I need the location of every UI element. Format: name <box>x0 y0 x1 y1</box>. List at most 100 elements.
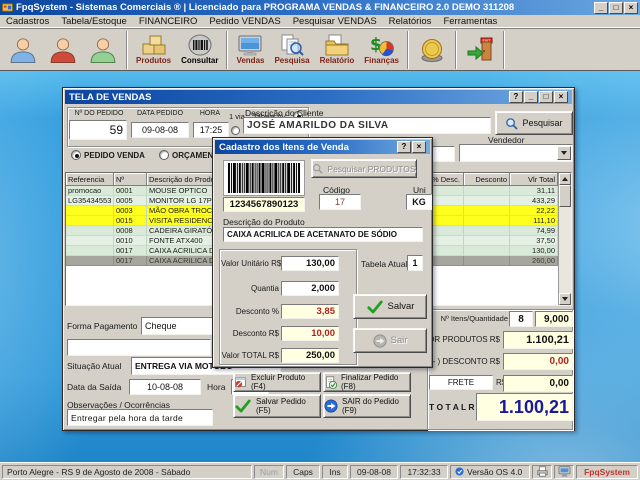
menu-relatorios[interactable]: Relatórios <box>383 16 438 27</box>
col-perc-desc[interactable]: % Desc. <box>430 173 464 186</box>
tabela-atual-label: Tabela Atual <box>361 259 407 269</box>
col-referencia[interactable]: Referencia <box>66 173 114 186</box>
excluir-produto-button[interactable]: Excluir Produto (F4) <box>233 372 321 392</box>
restore-button[interactable]: □ <box>609 2 623 14</box>
table-scrollbar[interactable] <box>558 173 571 305</box>
status-printer[interactable] <box>532 465 552 479</box>
close-button[interactable]: × <box>624 2 638 14</box>
toolbar-relatorio-button[interactable]: Relatório <box>315 30 360 70</box>
screen: FpqSystem - Sistemas Comerciais ® | Lice… <box>0 0 640 480</box>
uni-field[interactable]: KG <box>406 194 432 210</box>
salvar-item-button[interactable]: Salvar <box>353 294 427 319</box>
desconto-pct-field[interactable]: 3,85 <box>281 304 339 319</box>
monitor-icon <box>236 33 264 57</box>
vendedor-combo[interactable] <box>459 144 573 162</box>
pagamento-extra-field[interactable] <box>67 339 211 356</box>
quantia-field[interactable]: 2,000 <box>281 281 339 296</box>
finalize-check-icon <box>324 376 337 389</box>
hora-field[interactable]: 17:25 <box>193 122 229 138</box>
dropdown-button[interactable] <box>557 146 571 160</box>
pesquisar-produtos-button[interactable]: Pesquisar PRODUTOS <box>311 159 417 178</box>
observacoes-field[interactable]: Entregar pela hora da tarde <box>67 409 213 426</box>
menu-pedido-vendas[interactable]: Pedido VENDAS <box>203 16 286 27</box>
toolbar-moeda-button[interactable] <box>412 30 452 70</box>
minimize-button[interactable]: _ <box>594 2 608 14</box>
toolbar-vendas-button[interactable]: Vendas <box>231 30 269 70</box>
toolbar-financas-label: Finanças <box>364 57 399 66</box>
menu-pesquisar-vendas[interactable]: Pesquisar VENDAS <box>287 16 383 27</box>
menu-tabela-estoque[interactable]: Tabela/Estoque <box>55 16 133 27</box>
help-button[interactable]: ? <box>509 91 523 103</box>
data-saida-field[interactable]: 10-08-08 <box>129 379 201 395</box>
tabela-atual-field[interactable]: 1 <box>407 255 423 271</box>
scroll-down-button[interactable] <box>559 293 571 305</box>
search-icon <box>312 163 323 174</box>
pesquisar-produtos-label: Pesquisar PRODUTOS <box>327 164 415 174</box>
dollar-pie-icon: $ <box>368 33 396 57</box>
salvar-item-label: Salvar <box>388 301 415 312</box>
minimize-button[interactable]: _ <box>524 91 538 103</box>
toolbar-cliente-azul-button[interactable] <box>3 30 43 70</box>
col-numero[interactable]: Nº <box>114 173 147 186</box>
chevron-down-icon <box>561 151 567 155</box>
pesquisar-button[interactable]: Pesquisar <box>495 111 573 135</box>
total-label: T O T A L R $ <box>429 402 482 412</box>
item-dialog-titlebar: Cadastro dos Itens de Venda ? × <box>215 140 430 154</box>
exit-door-icon: EXIT <box>465 37 495 63</box>
col-vlr-total[interactable]: Vlr Total <box>510 173 558 186</box>
via2-radio[interactable] <box>231 126 240 135</box>
desconto-rs-field[interactable]: 10,00 <box>281 326 339 341</box>
menu-ferramentas[interactable]: Ferramentas <box>437 16 503 27</box>
toolbar-pesquisa-button[interactable]: Pesquisa <box>269 30 314 70</box>
status-monitor[interactable] <box>554 465 574 479</box>
close-button[interactable]: × <box>554 91 568 103</box>
app-title: FpqSystem - Sistemas Comerciais ® | Lice… <box>16 2 593 13</box>
help-button[interactable]: ? <box>397 141 411 153</box>
sair-item-button[interactable]: Sair <box>353 328 427 353</box>
pedido-field[interactable]: 59 <box>69 120 127 140</box>
cliente-field[interactable]: JOSÉ AMARILDO DA SILVA <box>243 117 491 134</box>
descricao-produto-field[interactable]: CAIXA ACRILICA DE ACETANATO DE SÓDIO <box>223 227 423 242</box>
barcode-number-field[interactable]: 1234567890123 <box>223 197 305 212</box>
check-icon <box>234 399 252 413</box>
toolbar-consultar-button[interactable]: Consultar <box>176 30 223 70</box>
valor-unitario-field[interactable]: 130,00 <box>281 256 339 271</box>
toolbar-separator <box>407 31 409 69</box>
salvar-pedido-label: Salvar Pedido (F5) <box>256 397 320 415</box>
toolbar-cliente-vermelho-button[interactable] <box>43 30 83 70</box>
scrollbar-thumb[interactable] <box>559 185 571 207</box>
excluir-produto-label: Excluir Produto (F4) <box>251 373 320 391</box>
valor-produtos-field: 1.100,21 <box>503 331 573 349</box>
menu-cadastros[interactable]: Cadastros <box>0 16 55 27</box>
data-pedido-field[interactable]: 09-08-08 <box>131 122 189 138</box>
scroll-up-button[interactable] <box>559 173 571 185</box>
vendedor-aux-field[interactable] <box>431 146 455 162</box>
menu-financeiro[interactable]: FINANCEIRO <box>133 16 204 27</box>
close-button[interactable]: × <box>412 141 426 153</box>
toolbar-cliente-verde-button[interactable] <box>83 30 123 70</box>
toolbar-sair-button[interactable]: EXIT <box>460 30 500 70</box>
search-docs-icon <box>278 33 306 57</box>
toolbar-produtos-label: Produtos <box>136 57 171 66</box>
data-pedido-label: DATA PEDIDO <box>131 110 189 117</box>
status-time: 17:32:33 <box>400 465 448 479</box>
total-field: 1.100,21 <box>476 393 573 421</box>
toolbar-financas-button[interactable]: $ Finanças <box>359 30 404 70</box>
restore-button[interactable]: □ <box>539 91 553 103</box>
app-icon <box>2 2 13 13</box>
orcamento-radio[interactable] <box>159 150 169 160</box>
sair-pedido-button[interactable]: SAIR do Pedido (F9) <box>323 394 411 418</box>
toolbar-produtos-button[interactable]: Produtos <box>131 30 176 70</box>
frete-label-box[interactable]: FRETE <box>429 375 493 390</box>
col-desconto[interactable]: Desconto <box>464 173 510 186</box>
salvar-pedido-button[interactable]: Salvar Pedido (F5) <box>233 394 321 418</box>
item-dialog: Cadastro dos Itens de Venda ? × Pesquisa… <box>212 137 433 368</box>
toolbar-vendas-label: Vendas <box>236 57 264 66</box>
valor-total-field[interactable]: 250,00 <box>281 348 339 363</box>
valor-unitario-label: Valor Unitário R$ <box>221 259 279 268</box>
finalizar-pedido-label: Finalizar Pedido (F8) <box>341 373 410 391</box>
codigo-field[interactable]: 17 <box>319 194 361 210</box>
finalizar-pedido-button[interactable]: Finalizar Pedido (F8) <box>323 372 411 392</box>
statusbar: Porto Alegre - RS 9 de Agosto de 2008 - … <box>0 462 640 480</box>
pedido-venda-radio[interactable] <box>71 150 81 160</box>
